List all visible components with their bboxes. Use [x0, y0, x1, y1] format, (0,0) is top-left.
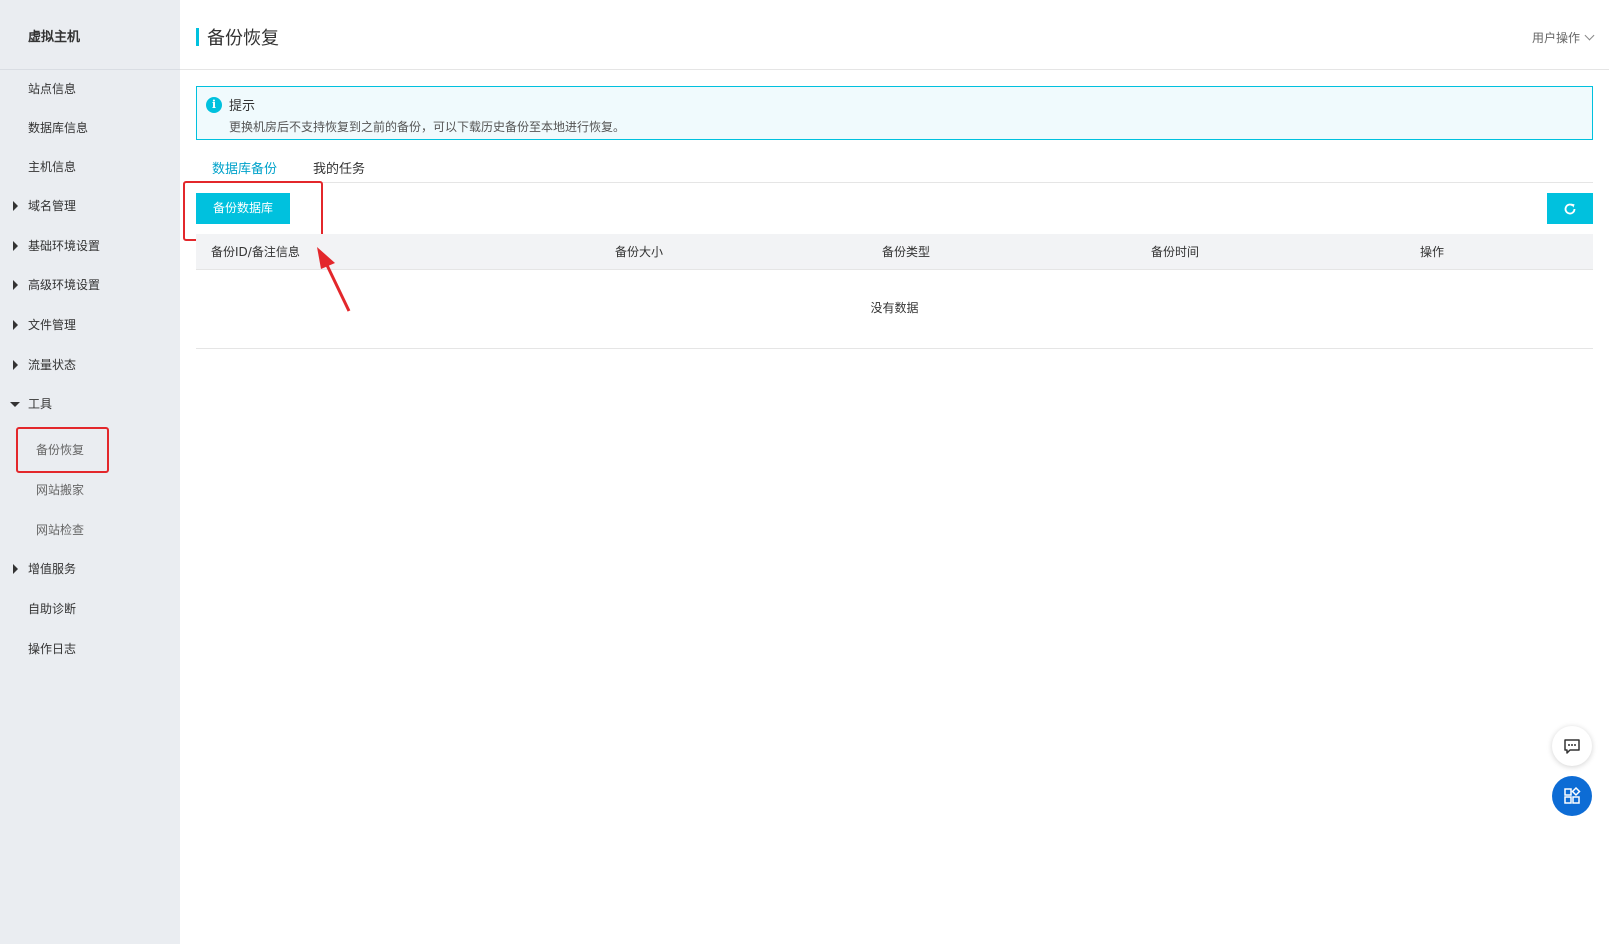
page-header: 备份恢复 用户操作	[180, 0, 1609, 70]
chat-button[interactable]	[1552, 726, 1592, 766]
caret-down-icon	[10, 384, 20, 424]
sidebar-item-domain-management[interactable]: 域名管理	[0, 186, 180, 226]
notice-title: 提示	[229, 99, 256, 114]
sidebar-item-site-info[interactable]: 站点信息	[0, 69, 180, 109]
caret-right-icon	[10, 345, 20, 385]
notice-text: 更换机房后不支持恢复到之前的备份，可以下载历史备份至本地进行恢复。	[229, 120, 626, 134]
sidebar-item-label: 操作日志	[28, 642, 77, 656]
sidebar-item-label: 数据库信息	[28, 121, 89, 135]
sidebar-item-site-check[interactable]: 网站检查	[0, 510, 180, 550]
user-operations-label: 用户操作	[1531, 31, 1580, 45]
chevron-down-icon	[1584, 30, 1595, 41]
sidebar-item-database-info[interactable]: 数据库信息	[0, 108, 180, 148]
apps-icon	[1564, 786, 1581, 804]
caret-right-icon	[10, 265, 20, 305]
sidebar-item-label: 增值服务	[28, 562, 77, 576]
column-header: 操作	[1420, 245, 1445, 259]
title-accent-bar	[196, 28, 199, 46]
sidebar-item-label: 网站检查	[36, 523, 85, 537]
sidebar-item-label: 文件管理	[28, 318, 77, 332]
sidebar-item-label: 站点信息	[28, 82, 77, 96]
notice-banner: i 提示 更换机房后不支持恢复到之前的备份，可以下载历史备份至本地进行恢复。	[196, 86, 1593, 140]
caret-right-icon	[10, 305, 20, 345]
tab-my-tasks[interactable]: 我的任务	[313, 158, 365, 177]
sidebar-item-label: 基础环境设置	[28, 239, 101, 253]
chat-icon	[1564, 739, 1580, 754]
sidebar-item-label: 工具	[28, 397, 53, 411]
caret-right-icon	[10, 549, 20, 589]
sidebar-item-label: 流量状态	[28, 358, 77, 372]
table-header: 备份ID/备注信息 备份大小 备份类型 备份时间 操作	[196, 234, 1593, 270]
sidebar-item-label: 网站搬家	[36, 483, 85, 497]
sidebar-item-host-info[interactable]: 主机信息	[0, 147, 180, 187]
column-header: 备份时间	[1151, 245, 1200, 259]
user-operations-dropdown[interactable]: 用户操作	[1531, 29, 1595, 46]
annotation-arrow	[317, 247, 351, 312]
column-header: 备份类型	[882, 245, 931, 259]
annotation-highlight-box	[16, 427, 109, 473]
caret-right-icon	[10, 226, 20, 266]
column-header: 备份ID/备注信息	[211, 245, 300, 259]
sidebar-item-value-added-services[interactable]: 增值服务	[0, 549, 180, 589]
sidebar-item-basic-env[interactable]: 基础环境设置	[0, 226, 180, 266]
refresh-button[interactable]	[1547, 193, 1593, 224]
sidebar-item-traffic-status[interactable]: 流量状态	[0, 345, 180, 385]
sidebar-item-advanced-env[interactable]: 高级环境设置	[0, 265, 180, 305]
sidebar-item-tools[interactable]: 工具	[0, 384, 180, 424]
sidebar-item-label: 域名管理	[28, 199, 77, 213]
column-header: 备份大小	[615, 245, 664, 259]
sidebar: 虚拟主机 站点信息 数据库信息 主机信息 域名管理 基础环境设置 高级环境设置 …	[0, 0, 180, 944]
sidebar-item-label: 主机信息	[28, 160, 77, 174]
sidebar-item-label: 高级环境设置	[28, 278, 101, 292]
sidebar-item-self-diagnosis[interactable]: 自助诊断	[0, 589, 180, 629]
empty-table-message: 没有数据	[196, 270, 1593, 349]
annotation-highlight-box	[183, 181, 323, 241]
sidebar-item-operation-log[interactable]: 操作日志	[0, 629, 180, 669]
page-title: 备份恢复	[207, 28, 279, 49]
sidebar-item-file-management[interactable]: 文件管理	[0, 305, 180, 345]
info-icon: i	[206, 97, 222, 113]
caret-right-icon	[10, 186, 20, 226]
sidebar-item-label: 自助诊断	[28, 602, 77, 616]
sidebar-item-site-migration[interactable]: 网站搬家	[0, 470, 180, 510]
tab-database-backup[interactable]: 数据库备份	[212, 158, 277, 177]
tab-bar: 数据库备份 我的任务	[196, 152, 1593, 183]
sidebar-title: 虚拟主机	[28, 30, 81, 45]
apps-button[interactable]	[1552, 776, 1592, 816]
refresh-icon	[1564, 203, 1576, 214]
